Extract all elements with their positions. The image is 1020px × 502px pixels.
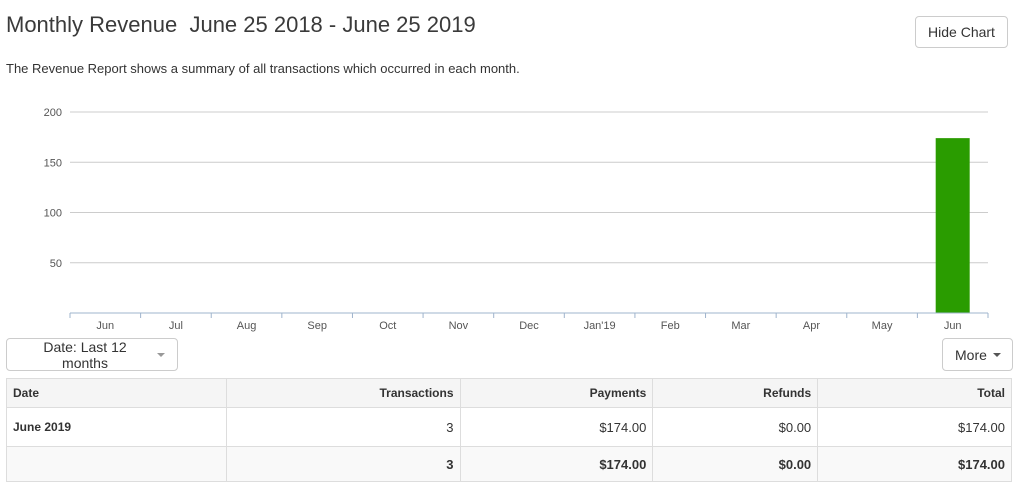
hide-chart-button[interactable]: Hide Chart: [915, 16, 1008, 48]
x-tick-label: Dec: [519, 320, 539, 332]
x-tick-label: Jul: [169, 320, 183, 332]
row-date: June 2019: [6, 407, 227, 447]
table-row: June 2019 3 $174.00 $0.00 $174.00: [6, 407, 1012, 447]
x-tick-label: Apr: [803, 320, 820, 332]
row-payments: $174.00: [459, 407, 654, 447]
y-tick-label: 50: [50, 258, 62, 270]
column-header-total[interactable]: Total: [817, 378, 1012, 408]
x-tick-label: Mar: [731, 320, 750, 332]
chart-bar[interactable]: [935, 138, 970, 313]
chart-x-ticks: Jun Jul Aug Sep Oct Nov Dec Jan'19 Feb Mar Apr May J…: [96, 320, 961, 332]
x-tick-label: Aug: [237, 320, 257, 332]
column-header-date[interactable]: Date: [6, 378, 227, 408]
row-transactions: 3: [225, 407, 461, 447]
page-title: Monthly Revenue June 25 2018 - June 25 2…: [6, 12, 476, 38]
y-tick-label: 200: [44, 107, 62, 119]
totals-payments: $174.00: [459, 446, 654, 482]
x-tick-label: Jan'19: [584, 320, 616, 332]
x-tick-label: Nov: [449, 320, 469, 332]
report-title: Monthly Revenue: [6, 12, 178, 37]
chevron-down-icon: [992, 352, 1001, 357]
chart-y-ticks: 50 100 150 200: [44, 107, 62, 270]
y-tick-label: 150: [44, 157, 62, 169]
x-tick-label: Oct: [379, 320, 396, 332]
report-date-range: June 25 2018 - June 25 2019: [189, 12, 476, 37]
row-refunds: $0.00: [652, 407, 819, 447]
totals-label: [6, 446, 227, 482]
totals-transactions: 3: [225, 446, 461, 482]
more-label: More: [955, 346, 987, 363]
x-tick-label: Sep: [307, 320, 327, 332]
date-filter-label: Date: Last 12 months: [43, 338, 127, 371]
x-tick-label: Jun: [96, 320, 114, 332]
chart-gridlines: [70, 111, 988, 264]
chevron-down-icon: [157, 352, 165, 357]
totals-row: 3 $174.00 $0.00 $174.00: [6, 446, 1012, 482]
more-dropdown[interactable]: More: [942, 338, 1013, 371]
x-tick-label: May: [872, 320, 893, 332]
totals-total: $174.00: [817, 446, 1012, 482]
x-tick-label: Jun: [944, 320, 962, 332]
totals-refunds: $0.00: [652, 446, 819, 482]
revenue-chart: 50 100 150 200 Jun Jul Aug Sep Oct Nov Dec Jan'19 F…: [44, 107, 989, 332]
x-tick-label: Feb: [661, 320, 680, 332]
row-total: $174.00: [817, 407, 1012, 447]
column-header-payments[interactable]: Payments: [459, 378, 654, 408]
date-filter-dropdown[interactable]: Date: Last 12 months: [6, 338, 178, 371]
chart-x-axis: [69, 312, 989, 318]
column-header-transactions[interactable]: Transactions: [225, 378, 461, 408]
revenue-table: Date Transactions Payments Refunds Total…: [6, 378, 1012, 482]
report-description: The Revenue Report shows a summary of al…: [6, 61, 520, 76]
y-tick-label: 100: [44, 208, 62, 220]
chart-bars: [935, 138, 970, 313]
column-header-refunds[interactable]: Refunds: [652, 378, 819, 408]
table-header-row: Date Transactions Payments Refunds Total: [6, 378, 1012, 408]
